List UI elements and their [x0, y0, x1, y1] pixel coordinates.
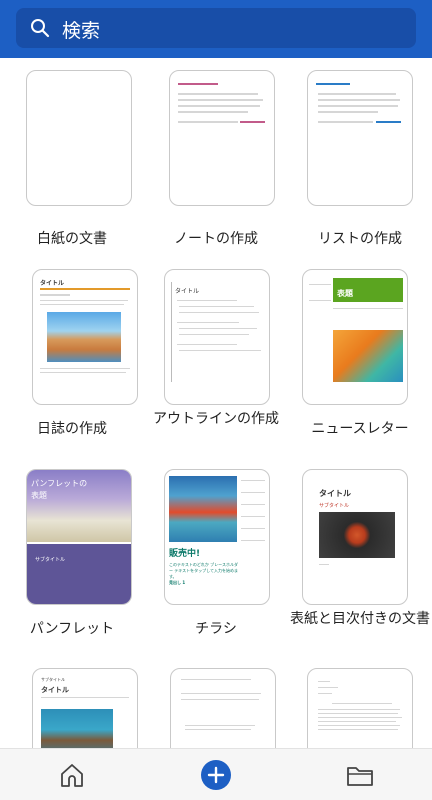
template-label: ニュースレター: [311, 421, 409, 437]
template-outline[interactable]: タイトル アウトラインの作成: [144, 258, 288, 458]
thumb-accent: 見出し 1: [169, 580, 186, 585]
top-bar: 検索: [0, 0, 432, 58]
template-grid: 白紙の文書 ノートの作成 リストの作成 タイトル 日誌の作成 タイトル アウトラ…: [0, 58, 432, 748]
template-label: ノートの作成: [174, 231, 258, 247]
template-newsletter[interactable]: 表題 ニュースレター: [288, 258, 432, 458]
thumb-title: タイトル: [40, 280, 65, 287]
template-label: リストの作成: [318, 231, 402, 247]
template-thumbnail-row4-right: [307, 668, 413, 748]
template-thumbnail-row4-middle: [170, 668, 276, 748]
plus-icon: [207, 766, 225, 784]
home-icon[interactable]: [56, 759, 88, 791]
template-row4-right[interactable]: [288, 658, 432, 748]
template-blank[interactable]: 白紙の文書: [0, 58, 144, 248]
thumb-title: タイトル: [319, 489, 351, 498]
template-thumbnail-blank: [26, 70, 132, 206]
template-flyer[interactable]: 販売中! このテキストのどれか ブレースホルダー テキストをタップして入力を始め…: [144, 458, 288, 658]
template-label: チラシ: [195, 621, 237, 637]
template-label: 表紙と目次付きの文書: [290, 611, 430, 627]
template-cover-toc[interactable]: タイトル サブタイトル 表紙と目次付きの文書: [288, 458, 432, 658]
thumb-body: このテキストのどれか ブレースホルダー テキストをタップして入力を始めます。: [169, 562, 239, 579]
template-row4-left[interactable]: サブタイトル タイトル: [0, 658, 144, 748]
template-row4-middle[interactable]: [144, 658, 288, 748]
thumb-headline: 販売中!: [169, 549, 201, 559]
template-list[interactable]: リストの作成: [288, 58, 432, 248]
thumb-title: 表題: [337, 289, 353, 298]
template-thumbnail-outline: タイトル: [164, 269, 270, 405]
search-bar[interactable]: 検索: [16, 8, 416, 48]
template-thumbnail-pamphlet: パンフレットの表題 サブタイトル: [26, 469, 132, 605]
thumb-label: サブタイトル: [41, 677, 65, 682]
thumb-subtitle: サブタイトル: [319, 503, 350, 509]
template-label: 日誌の作成: [37, 421, 107, 437]
thumb-title: タイトル: [41, 686, 69, 694]
thumb-title: タイトル: [175, 288, 200, 295]
template-thumbnail-newsletter: 表題: [302, 269, 408, 405]
bottom-nav: [0, 748, 432, 800]
thumb-subtitle: サブタイトル: [35, 557, 66, 563]
template-label: 白紙の文書: [37, 231, 107, 247]
template-thumbnail-list: [307, 70, 413, 206]
template-thumbnail-journal: タイトル: [32, 269, 138, 405]
search-placeholder: 検索: [62, 20, 101, 42]
template-label: アウトラインの作成: [153, 411, 279, 427]
template-thumbnail-row4-left: サブタイトル タイトル: [32, 668, 138, 748]
template-note[interactable]: ノートの作成: [144, 58, 288, 248]
folder-icon[interactable]: [344, 759, 376, 791]
search-icon: [31, 19, 50, 38]
thumb-title: パンフレットの表題: [31, 479, 88, 500]
template-thumbnail-flyer: 販売中! このテキストのどれか ブレースホルダー テキストをタップして入力を始め…: [164, 469, 270, 605]
template-journal[interactable]: タイトル 日誌の作成: [0, 258, 144, 458]
template-pamphlet[interactable]: パンフレットの表題 サブタイトル パンフレット: [0, 458, 144, 658]
template-thumbnail-cover-toc: タイトル サブタイトル: [302, 469, 408, 605]
template-thumbnail-note: [169, 70, 275, 206]
template-label: パンフレット: [29, 621, 115, 637]
new-document-button[interactable]: [201, 760, 231, 790]
